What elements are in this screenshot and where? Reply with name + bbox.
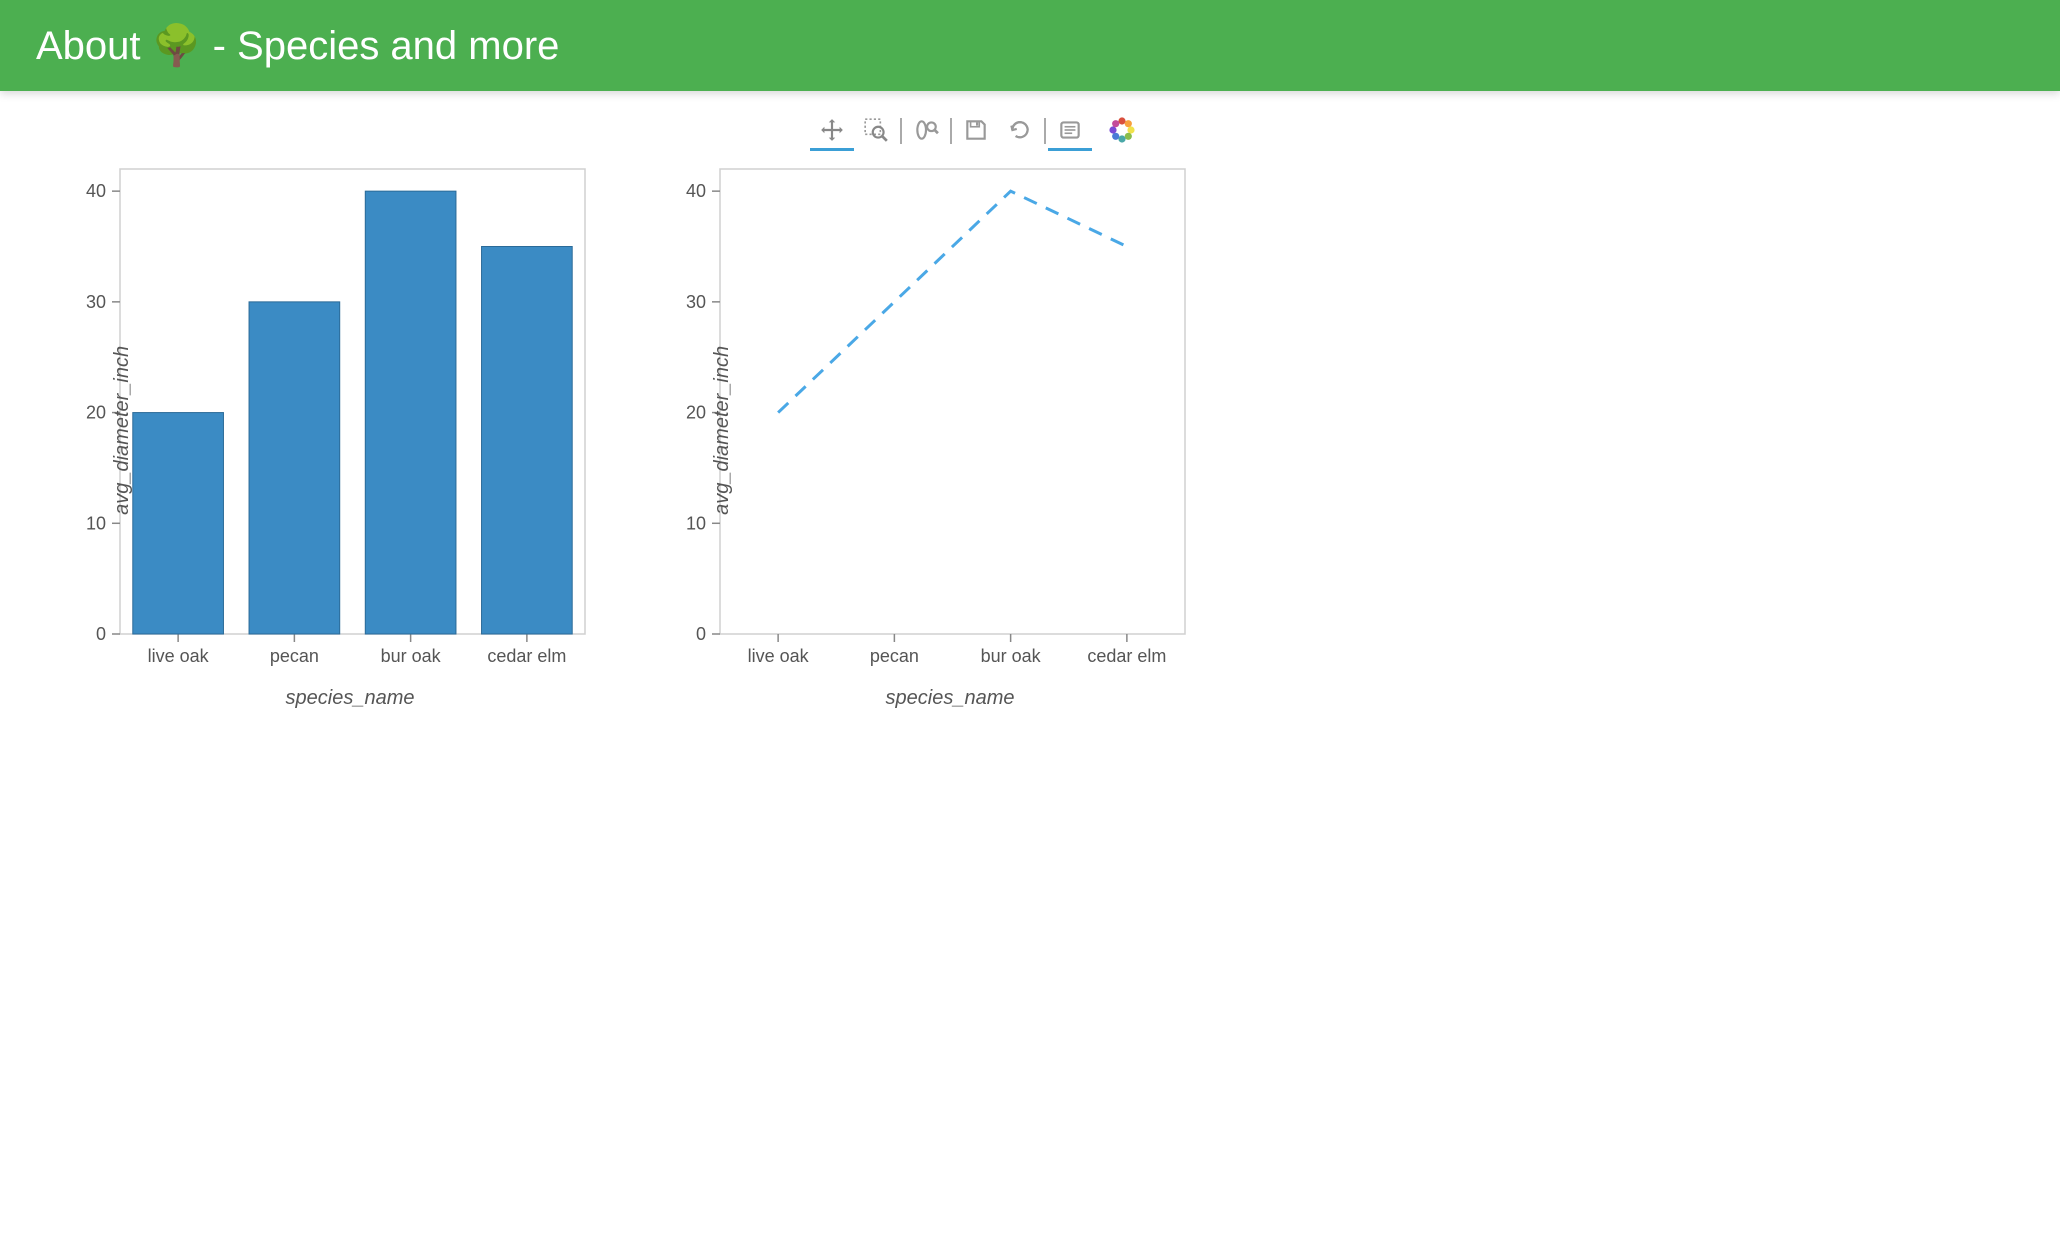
header-title-prefix: About [36,24,152,68]
svg-text:20: 20 [686,403,706,423]
svg-text:live oak: live oak [148,646,210,666]
svg-text:bur oak: bur oak [981,646,1042,666]
svg-text:0: 0 [696,624,706,644]
hover-icon [1057,117,1083,143]
bar[interactable] [482,247,573,635]
svg-text:10: 10 [686,513,706,533]
bar-chart: avg_diameter_inch 0 10 20 30 40 live oak pecan… [30,159,600,710]
page-header: About 🌳 - Species and more [0,0,2060,91]
svg-text:10: 10 [86,513,106,533]
wheel-zoom-tool-button[interactable] [904,111,948,151]
toolbar-separator [900,118,902,144]
line-chart-xlabel: species_name [700,687,1200,710]
svg-text:40: 40 [686,181,706,201]
line-chart: avg_diameter_inch 0 10 20 30 40 live oak pecan… [630,159,1200,710]
box-zoom-icon [863,117,889,143]
wheel-zoom-icon [913,117,939,143]
bokeh-logo-icon [1107,115,1137,145]
move-icon [819,117,845,143]
bar-chart-xlabel: species_name [100,687,600,710]
svg-text:pecan: pecan [870,646,919,666]
svg-text:live oak: live oak [748,646,810,666]
svg-text:cedar elm: cedar elm [487,646,566,666]
tree-emoji: 🌳 [152,24,202,68]
pan-tool-button[interactable] [810,111,854,151]
hover-tool-button[interactable] [1048,111,1092,151]
save-tool-button[interactable] [954,111,998,151]
bar[interactable] [365,191,456,634]
bokeh-logo-button[interactable] [1100,111,1144,151]
svg-text:40: 40 [86,181,106,201]
bar[interactable] [133,413,224,634]
line-chart-ylabel: avg_diameter_inch [711,345,734,514]
toolbar-separator [950,118,952,144]
bar[interactable] [249,302,340,634]
box-zoom-tool-button[interactable] [854,111,898,151]
reset-tool-button[interactable] [998,111,1042,151]
svg-text:0: 0 [96,624,106,644]
header-title-suffix: - Species and more [201,24,559,68]
svg-text:bur oak: bur oak [381,646,442,666]
svg-text:20: 20 [86,403,106,423]
bar-chart-ylabel: avg_diameter_inch [111,345,134,514]
svg-text:30: 30 [86,292,106,312]
toolbar-separator [1044,118,1046,144]
svg-text:cedar elm: cedar elm [1087,646,1166,666]
svg-text:pecan: pecan [270,646,319,666]
svg-text:30: 30 [686,292,706,312]
charts-row: avg_diameter_inch 0 10 20 30 40 live oak pecan… [30,159,2030,710]
reset-icon [1007,117,1033,143]
content-area: avg_diameter_inch 0 10 20 30 40 live oak pecan… [0,91,2060,728]
save-icon [963,117,989,143]
plot-toolbar [810,109,2030,153]
